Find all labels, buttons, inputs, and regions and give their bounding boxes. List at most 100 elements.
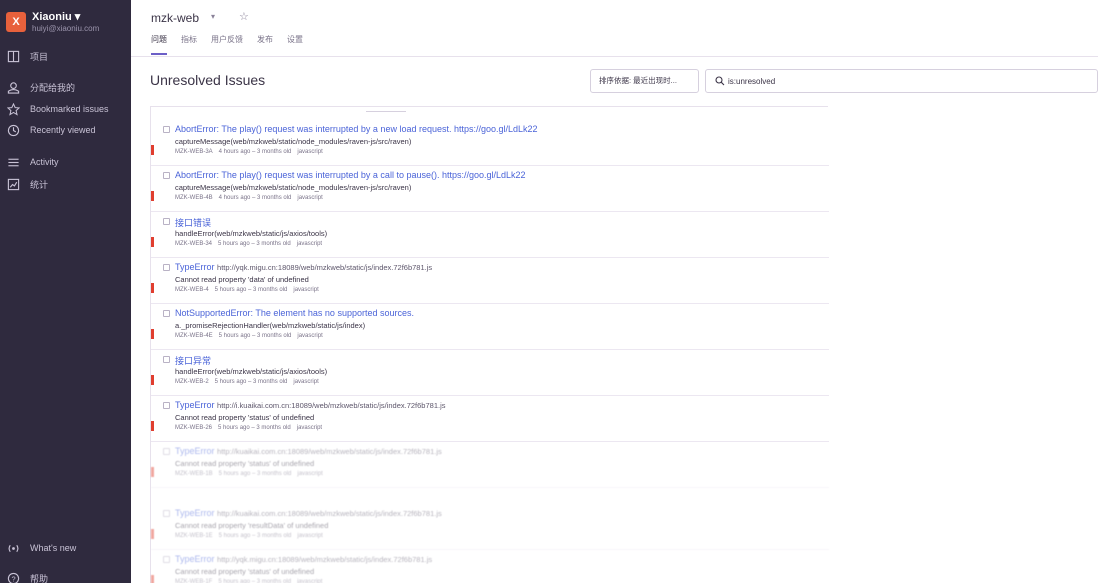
issue-short-id[interactable]: MZK-WEB-1E (175, 533, 213, 539)
search-input[interactable] (728, 73, 1028, 89)
issue-short-id[interactable]: MZK-WEB-4E (175, 333, 213, 339)
issue-short-id[interactable]: MZK-WEB-1B (175, 471, 213, 477)
issue-checkbox[interactable] (163, 356, 170, 363)
issue-short-id[interactable]: MZK-WEB-4B (175, 195, 213, 201)
sidebar-item-help[interactable]: ? 帮助 (6, 570, 128, 583)
issue-checkbox[interactable] (163, 172, 170, 179)
issue-type: AbortError: (175, 124, 220, 134)
issue-checkbox[interactable] (163, 264, 170, 271)
issue-short-id[interactable]: MZK-WEB-26 (175, 425, 212, 431)
issue-culprit: a._promiseRejectionHandler(web/mzkweb/st… (175, 321, 366, 330)
issue-time: 5 hours ago – 3 months old (218, 241, 291, 247)
issue-message: The play() request was interrupted by a … (221, 170, 526, 180)
chevron-down-icon[interactable]: ▾ (211, 12, 215, 21)
issue-url: http://kuaikai.com.cn:18089/web/mzkweb/s… (217, 447, 442, 456)
issue-row[interactable]: TypeError http://yqk.migu.cn:18089/web/m… (151, 550, 829, 583)
sidebar-item-assigned[interactable]: 分配给我的 (6, 79, 128, 95)
issue-row[interactable]: 接口错误 handleError(web/mzkweb/static/js/ax… (151, 212, 829, 258)
issue-row[interactable]: AbortError: The play() request was inter… (151, 166, 829, 212)
resize-handle[interactable] (366, 111, 406, 112)
issue-title[interactable]: TypeError http://kuaikai.com.cn:18089/we… (175, 446, 442, 456)
org-avatar: X (6, 12, 26, 32)
sidebar-item-label: 统计 (30, 179, 49, 190)
sort-dropdown[interactable]: 排序依据: 最近出现时... (590, 69, 699, 93)
project-selector[interactable]: mzk-web (151, 11, 199, 25)
sidebar-item-projects[interactable]: 项目 (6, 48, 128, 64)
issue-type: TypeError (175, 554, 215, 564)
sidebar-item-stats[interactable]: 统计 (6, 176, 128, 192)
user-icon (6, 80, 20, 94)
search-icon (715, 76, 725, 86)
issue-row[interactable]: AbortError: The play() request was inter… (151, 120, 829, 166)
issue-title[interactable]: 接口异常 (175, 354, 211, 367)
issue-row[interactable]: TypeError http://kuaikai.com.cn:18089/we… (151, 504, 829, 550)
sidebar-item-bookmarked[interactable]: Bookmarked issues (6, 101, 128, 117)
sidebar-item-recent[interactable]: Recently viewed (6, 122, 128, 138)
issue-message: The element has no supported sources. (255, 308, 414, 318)
issue-type: TypeError (175, 446, 215, 456)
issue-time: 5 hours ago – 3 months old (218, 471, 292, 477)
issue-row[interactable]: TypeError http://i.kuaikai.com.cn:18089/… (151, 396, 829, 442)
tab-releases[interactable]: 发布 (257, 34, 273, 55)
issue-meta: MZK-WEB-4E 5 hours ago – 3 months old java… (175, 333, 329, 339)
issue-title[interactable]: 接口错误 (175, 216, 211, 229)
tab-user-feedback[interactable]: 用户反馈 (211, 34, 243, 55)
error-level-indicator (151, 575, 154, 583)
issue-title[interactable]: TypeError http://i.kuaikai.com.cn:18089/… (175, 400, 446, 410)
sidebar-item-activity[interactable]: Activity (6, 154, 128, 170)
issue-checkbox[interactable] (163, 218, 170, 225)
broadcast-icon (6, 541, 20, 555)
issue-meta: MZK-WEB-1F 5 hours ago – 3 months old java… (175, 579, 328, 583)
issue-short-id[interactable]: MZK-WEB-3A (175, 149, 213, 155)
issue-checkbox[interactable] (163, 310, 170, 317)
sidebar: X Xiaoniu ▾ huiyi@xiaoniu.com 项目 分配给我的 B… (0, 0, 131, 583)
issue-meta: MZK-WEB-4 5 hours ago – 3 months old javas… (175, 287, 325, 293)
sidebar-item-label: 分配给我的 (30, 82, 76, 93)
issue-platform: javascript (296, 241, 323, 247)
issue-platform: javascript (297, 149, 323, 155)
issue-time: 4 hours ago – 3 months old (218, 195, 292, 201)
issue-platform: javascript (297, 533, 323, 539)
issue-short-id[interactable]: MZK-WEB-4 (175, 287, 209, 293)
issue-short-id[interactable]: MZK-WEB-1F (175, 579, 212, 583)
issue-title[interactable]: NotSupportedError: The element has no su… (175, 308, 414, 318)
issue-short-id[interactable]: MZK-WEB-34 (175, 241, 212, 247)
issue-checkbox[interactable] (163, 402, 170, 409)
error-level-indicator (151, 329, 154, 339)
tab-issues[interactable]: 问题 (151, 34, 167, 55)
tab-metrics[interactable]: 指标 (181, 34, 197, 55)
issue-checkbox[interactable] (163, 126, 170, 133)
tab-settings[interactable]: 设置 (287, 34, 303, 55)
clock-icon (6, 123, 20, 137)
sidebar-item-whats-new[interactable]: What's new (6, 540, 128, 556)
issue-row[interactable]: TypeError http://yqk.migu.cn:18089/web/m… (151, 258, 829, 304)
bookmark-star-icon[interactable]: ☆ (239, 10, 249, 23)
org-switcher[interactable]: X Xiaoniu ▾ huiyi@xiaoniu.com (6, 10, 131, 40)
issue-checkbox[interactable] (163, 448, 170, 455)
issue-row[interactable]: TypeError http://kuaikai.com.cn:18089/we… (151, 442, 829, 488)
issue-platform: javascript (297, 333, 323, 339)
issue-url: http://yqk.migu.cn:18089/web/mzkweb/stat… (217, 555, 433, 564)
issue-platform: javascript (297, 579, 323, 583)
error-level-indicator (151, 145, 154, 155)
issue-time: 5 hours ago – 3 months old (214, 287, 288, 293)
org-user-email: huiyi@xiaoniu.com (32, 24, 100, 33)
issue-title[interactable]: AbortError: The play() request was inter… (175, 170, 526, 180)
sidebar-item-label: What's new (30, 543, 77, 553)
error-level-indicator (151, 237, 154, 247)
issue-short-id[interactable]: MZK-WEB-2 (175, 379, 209, 385)
issue-type: TypeError (175, 262, 215, 272)
issue-time: 5 hours ago – 3 months old (218, 425, 291, 431)
issue-meta: MZK-WEB-4B 4 hours ago – 3 months old java… (175, 195, 329, 201)
page-title: Unresolved Issues (150, 72, 266, 88)
issue-checkbox[interactable] (163, 510, 170, 517)
issue-title[interactable]: AbortError: The play() request was inter… (175, 124, 538, 134)
sidebar-item-label: Bookmarked issues (30, 104, 109, 114)
issue-row[interactable]: 接口异常 handleError(web/mzkweb/static/js/ax… (151, 350, 829, 396)
issue-title[interactable]: TypeError http://yqk.migu.cn:18089/web/m… (175, 554, 432, 564)
sidebar-item-label: Activity (30, 157, 59, 167)
issue-row[interactable]: NotSupportedError: The element has no su… (151, 304, 829, 350)
issue-title[interactable]: TypeError http://kuaikai.com.cn:18089/we… (175, 508, 442, 518)
issue-checkbox[interactable] (163, 556, 170, 563)
issue-title[interactable]: TypeError http://yqk.migu.cn:18089/web/m… (175, 262, 432, 272)
